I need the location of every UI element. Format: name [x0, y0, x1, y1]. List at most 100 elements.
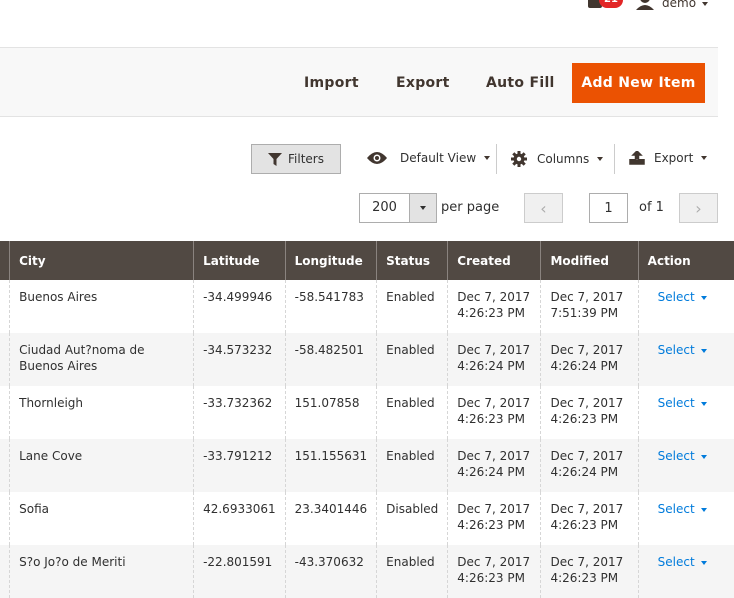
column-header-city[interactable]: City: [9, 241, 194, 280]
cell-city: Buenos Aires: [9, 280, 194, 333]
chevron-right-icon: ›: [695, 198, 702, 218]
select-label: Select: [657, 396, 695, 410]
cell-longitude: -43.370632: [284, 545, 377, 598]
cell-partial: [0, 280, 10, 333]
previous-page-button[interactable]: ‹: [524, 193, 563, 223]
table-row[interactable]: S?o Jo?o de Meriti -22.801591 -43.370632 En…: [0, 545, 734, 598]
auto-fill-button[interactable]: Auto Fill: [486, 75, 555, 91]
table-row[interactable]: Sofia 42.6933061 23.3401446 Disabled Dec 7, …: [0, 492, 734, 545]
select-label: Select: [657, 502, 695, 516]
cell-modified: Dec 7, 2017 4:26:24 PM: [540, 439, 639, 492]
eye-icon: [367, 152, 387, 164]
chevron-down-icon: [597, 157, 604, 161]
chevron-down-icon: [700, 454, 707, 459]
cell-longitude: 151.07858: [284, 386, 377, 439]
per-page-toggle[interactable]: [409, 194, 436, 222]
chevron-down-icon: [700, 507, 707, 512]
cell-partial: [0, 545, 10, 598]
cell-created: Dec 7, 2017 4:26:23 PM: [447, 545, 541, 598]
select-action[interactable]: Select: [658, 449, 707, 463]
chevron-down-icon: [702, 1, 709, 6]
chevron-down-icon: [701, 156, 708, 160]
cell-created: Dec 7, 2017 4:26:24 PM: [447, 333, 541, 386]
total-pages: of 1: [639, 200, 664, 215]
chevron-down-icon: [700, 295, 707, 300]
column-header-created[interactable]: Created: [447, 241, 541, 280]
divider: [496, 144, 497, 174]
cell-status: Enabled: [376, 280, 448, 333]
cell-modified: Dec 7, 2017 4:26:23 PM: [540, 492, 639, 545]
columns-dropdown[interactable]: Columns: [511, 151, 604, 167]
add-new-item-button[interactable]: Add New Item: [572, 63, 705, 103]
cell-partial: [0, 439, 10, 492]
cell-modified: Dec 7, 2017 4:26:24 PM: [540, 333, 639, 386]
cell-latitude: -34.499946: [193, 280, 286, 333]
table-row[interactable]: Ciudad Aut?noma de Buenos Aires -34.57323…: [0, 333, 734, 386]
cell-city: S?o Jo?o de Meriti: [9, 545, 194, 598]
select-label: Select: [657, 555, 695, 569]
data-grid: City Latitude Longitude Status Created M…: [0, 241, 734, 598]
per-page-label: per page: [441, 200, 500, 215]
cell-latitude: -33.732362: [193, 386, 286, 439]
column-header-latitude[interactable]: Latitude: [193, 241, 286, 280]
cell-modified: Dec 7, 2017 4:26:23 PM: [540, 386, 639, 439]
cell-city: Thornleigh: [9, 386, 194, 439]
page-input[interactable]: 1: [589, 193, 628, 223]
select-action[interactable]: Select: [658, 502, 707, 516]
notifications-badge[interactable]: 21: [599, 0, 623, 8]
chevron-left-icon: ‹: [540, 198, 547, 218]
column-header-partial[interactable]: [0, 241, 10, 280]
cell-city: Sofia: [9, 492, 194, 545]
chevron-down-icon: [700, 348, 707, 353]
default-view-label: Default View: [400, 151, 477, 165]
cell-latitude: -22.801591: [193, 545, 286, 598]
cell-status: Enabled: [376, 439, 448, 492]
upload-icon: [629, 151, 645, 165]
table-row[interactable]: Thornleigh -33.732362 151.07858 Enabled Dec …: [0, 386, 734, 439]
user-name: demo: [662, 0, 697, 10]
per-page-value: 200: [372, 200, 397, 215]
column-header-longitude[interactable]: Longitude: [284, 241, 377, 280]
cell-latitude: -33.791212: [193, 439, 286, 492]
cell-city: Ciudad Aut?noma de Buenos Aires: [9, 333, 194, 386]
column-header-modified[interactable]: Modified: [540, 241, 639, 280]
import-button[interactable]: Import: [304, 75, 359, 91]
column-header-action: Action: [637, 241, 734, 280]
column-header-status[interactable]: Status: [376, 241, 448, 280]
filters-label: Filters: [288, 152, 324, 166]
cell-status: Disabled: [376, 492, 448, 545]
cell-created: Dec 7, 2017 4:26:23 PM: [447, 386, 541, 439]
select-action[interactable]: Select: [658, 343, 707, 357]
filters-button[interactable]: Filters: [251, 144, 341, 174]
divider: [614, 144, 615, 174]
cell-longitude: 151.155631: [284, 439, 377, 492]
filter-icon: [268, 152, 282, 166]
cell-latitude: 42.6933061: [193, 492, 286, 545]
user-menu[interactable]: demo: [662, 0, 709, 10]
cell-partial: [0, 492, 10, 545]
cell-status: Enabled: [376, 545, 448, 598]
chevron-down-icon: [700, 560, 707, 565]
cell-longitude: 23.3401446: [284, 492, 377, 545]
table-row[interactable]: Lane Cove -33.791212 151.155631 Enabled Dec …: [0, 439, 734, 492]
cell-latitude: -34.573232: [193, 333, 286, 386]
cell-status: Enabled: [376, 386, 448, 439]
select-action[interactable]: Select: [658, 555, 707, 569]
per-page-select[interactable]: 200: [359, 193, 437, 223]
export-label: Export: [654, 151, 694, 165]
chevron-down-icon: [700, 401, 707, 406]
table-row[interactable]: Buenos Aires -34.499946 -58.541783 Enabled D…: [0, 280, 734, 333]
view-dropdown[interactable]: Default View: [366, 151, 491, 165]
chevron-down-icon: [484, 156, 491, 160]
export-button[interactable]: Export: [396, 75, 450, 91]
select-label: Select: [657, 343, 695, 357]
select-label: Select: [657, 449, 695, 463]
cell-created: Dec 7, 2017 4:26:24 PM: [447, 439, 541, 492]
export-dropdown[interactable]: Export: [629, 151, 708, 165]
user-icon[interactable]: [636, 0, 654, 10]
cell-created: Dec 7, 2017 4:26:23 PM: [447, 492, 541, 545]
next-page-button[interactable]: ›: [679, 193, 718, 223]
cell-status: Enabled: [376, 333, 448, 386]
select-action[interactable]: Select: [658, 396, 707, 410]
select-action[interactable]: Select: [658, 290, 707, 304]
